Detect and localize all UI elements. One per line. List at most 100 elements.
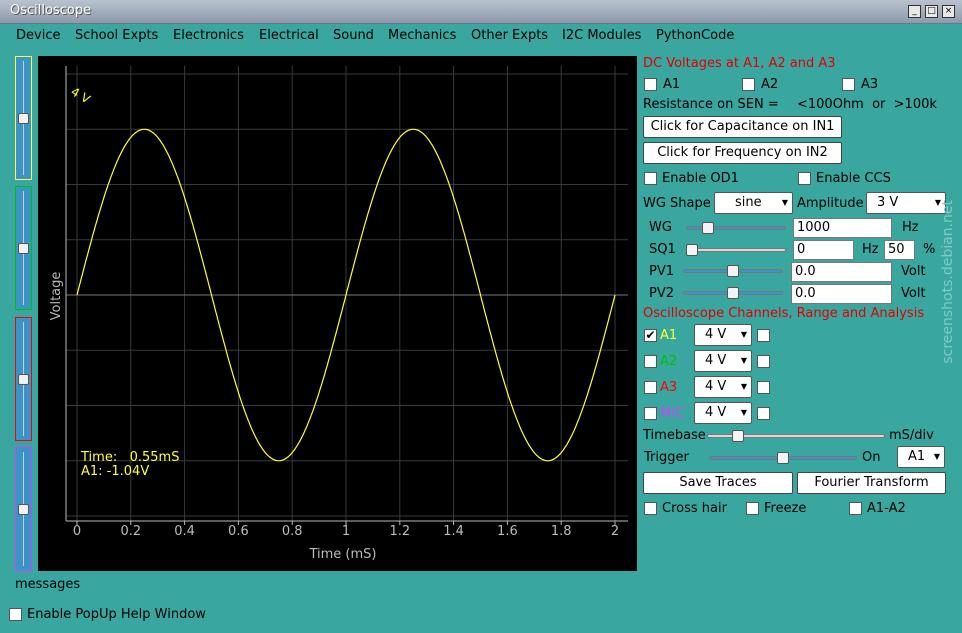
x-tick-label: 0 bbox=[73, 524, 81, 539]
a1-channel-checkbox[interactable]: ✔ bbox=[644, 329, 657, 342]
wg-label: WG bbox=[649, 220, 672, 235]
x-tick-label: 0.4 bbox=[174, 524, 195, 539]
popup-help-label: Enable PopUp Help Window bbox=[27, 607, 206, 622]
x-tick-label: 2 bbox=[611, 524, 619, 539]
a2-channel-label: A2 bbox=[660, 354, 678, 369]
plot-canvas: 0 0.2 0.4 0.6 0.8 1 1.2 1.4 1.6 1.8 2 Voltage Time… bbox=[49, 66, 628, 562]
a1-vertical-slider[interactable] bbox=[15, 56, 32, 180]
pv2-field[interactable]: 0.0 bbox=[791, 284, 892, 304]
amplitude-select[interactable]: 3 V ▼ bbox=[866, 192, 946, 214]
a1-a2-checkbox[interactable] bbox=[849, 502, 862, 515]
menu-school-expts[interactable]: School Expts bbox=[75, 28, 158, 43]
slider-handle[interactable] bbox=[701, 222, 714, 234]
y-axis-label: Voltage bbox=[49, 272, 64, 321]
trigger-source-value: A1 bbox=[908, 449, 926, 464]
chevron-down-icon: ▼ bbox=[740, 330, 747, 339]
x-tick-label: 0.6 bbox=[228, 524, 249, 539]
slider-handle[interactable] bbox=[686, 244, 698, 256]
watermark: screenshots.debian.net bbox=[940, 200, 956, 364]
sq1-frequency-slider[interactable] bbox=[686, 244, 786, 256]
save-traces-button[interactable]: Save Traces bbox=[643, 472, 793, 494]
maximize-icon[interactable]: □ bbox=[925, 5, 938, 18]
menu-bar: Device School Expts Electronics Electric… bbox=[0, 25, 962, 47]
a1-readout: A1: -1.04V bbox=[81, 464, 149, 479]
x-axis-label: Time (mS) bbox=[308, 547, 376, 562]
popup-help-checkbox[interactable] bbox=[9, 608, 22, 621]
a2-dc-checkbox[interactable] bbox=[742, 78, 755, 91]
a3-channel-checkbox[interactable] bbox=[644, 381, 657, 394]
crosshair-label: Cross hair bbox=[662, 501, 727, 516]
menu-other-expts[interactable]: Other Expts bbox=[471, 28, 548, 43]
mic-channel-checkbox[interactable] bbox=[644, 407, 657, 420]
a1-dc-checkbox[interactable] bbox=[644, 78, 657, 91]
x-tick-label: 0.8 bbox=[282, 524, 303, 539]
minimize-icon[interactable]: _ bbox=[908, 5, 921, 18]
pv1-unit: Volt bbox=[901, 264, 926, 279]
menu-electronics[interactable]: Electronics bbox=[173, 28, 244, 43]
slider-handle[interactable] bbox=[777, 452, 789, 464]
a2-vertical-slider[interactable] bbox=[15, 186, 32, 310]
a2-range-value: 4 V bbox=[705, 353, 727, 368]
trigger-slider[interactable] bbox=[709, 452, 857, 464]
a3-channel-label: A3 bbox=[660, 380, 678, 395]
slider-handle[interactable] bbox=[731, 430, 744, 442]
wg-unit: Hz bbox=[902, 220, 919, 235]
slider-handle[interactable] bbox=[18, 113, 29, 124]
pv2-slider[interactable] bbox=[683, 287, 783, 299]
a3-range-select[interactable]: 4 V ▼ bbox=[694, 376, 752, 398]
crosshair-checkbox[interactable] bbox=[644, 502, 657, 515]
x-tick-label: 1.8 bbox=[551, 524, 572, 539]
mic-vertical-slider[interactable] bbox=[15, 447, 32, 571]
sq1-frequency-field[interactable]: 0 bbox=[793, 240, 854, 260]
freeze-checkbox[interactable] bbox=[746, 502, 759, 515]
frequency-button[interactable]: Click for Frequency on IN2 bbox=[643, 142, 842, 164]
pv1-field[interactable]: 0.0 bbox=[791, 262, 892, 282]
menu-sound[interactable]: Sound bbox=[333, 28, 374, 43]
close-icon[interactable]: × bbox=[942, 5, 955, 18]
slider-handle[interactable] bbox=[18, 243, 29, 254]
fourier-transform-button[interactable]: Fourier Transform bbox=[797, 472, 946, 494]
pv1-slider[interactable] bbox=[683, 265, 783, 277]
a3-dc-checkbox[interactable] bbox=[842, 78, 855, 91]
amplitude-value: 3 V bbox=[877, 195, 899, 210]
menu-mechanics[interactable]: Mechanics bbox=[388, 28, 456, 43]
a2-range-select[interactable]: 4 V ▼ bbox=[694, 350, 752, 372]
a3-analysis-checkbox[interactable] bbox=[757, 381, 770, 394]
x-tick-label: 1 bbox=[342, 524, 350, 539]
x-tick-label: 1.2 bbox=[389, 524, 410, 539]
wg-shape-value: sine bbox=[735, 195, 762, 210]
capacitance-button[interactable]: Click for Capacitance on IN1 bbox=[643, 116, 842, 138]
a1-analysis-checkbox[interactable] bbox=[757, 329, 770, 342]
mic-range-select[interactable]: 4 V ▼ bbox=[694, 402, 752, 424]
menu-electrical[interactable]: Electrical bbox=[259, 28, 319, 43]
menu-i2c-modules[interactable]: I2C Modules bbox=[562, 28, 641, 43]
mic-analysis-checkbox[interactable] bbox=[757, 407, 770, 420]
slider-handle[interactable] bbox=[18, 374, 29, 385]
pv2-unit: Volt bbox=[901, 286, 926, 301]
slider-handle[interactable] bbox=[727, 265, 739, 277]
a3-vertical-slider[interactable] bbox=[15, 317, 32, 441]
sq1-duty-field[interactable]: 50 bbox=[884, 240, 915, 260]
x-tick-label: 1.6 bbox=[497, 524, 518, 539]
chevron-down-icon: ▼ bbox=[740, 382, 747, 391]
menu-device[interactable]: Device bbox=[16, 28, 60, 43]
menu-pythoncode[interactable]: PythonCode bbox=[656, 28, 734, 43]
a2-analysis-checkbox[interactable] bbox=[757, 355, 770, 368]
chevron-down-icon: ▼ bbox=[781, 198, 788, 207]
a2-dc-label: A2 bbox=[761, 77, 779, 92]
od1-checkbox[interactable] bbox=[644, 172, 657, 185]
wg-frequency-field[interactable]: 1000 bbox=[793, 218, 892, 238]
trigger-source-select[interactable]: A1 ▼ bbox=[897, 446, 945, 468]
wg-shape-label: WG Shape bbox=[643, 196, 711, 211]
a2-channel-checkbox[interactable] bbox=[644, 355, 657, 368]
wg-frequency-slider[interactable] bbox=[686, 222, 786, 234]
timebase-slider[interactable] bbox=[707, 430, 885, 442]
a1-range-select[interactable]: 4 V ▼ bbox=[694, 324, 752, 346]
slider-handle[interactable] bbox=[727, 287, 739, 299]
timebase-unit: mS/div bbox=[889, 428, 934, 443]
wg-shape-select[interactable]: sine ▼ bbox=[714, 192, 793, 214]
ccs-checkbox[interactable] bbox=[798, 172, 811, 185]
sq1-duty-unit: % bbox=[923, 242, 936, 257]
slider-handle[interactable] bbox=[18, 504, 29, 515]
oscilloscope-plot[interactable]: 0 0.2 0.4 0.6 0.8 1 1.2 1.4 1.6 1.8 2 Voltage Time… bbox=[38, 56, 637, 571]
